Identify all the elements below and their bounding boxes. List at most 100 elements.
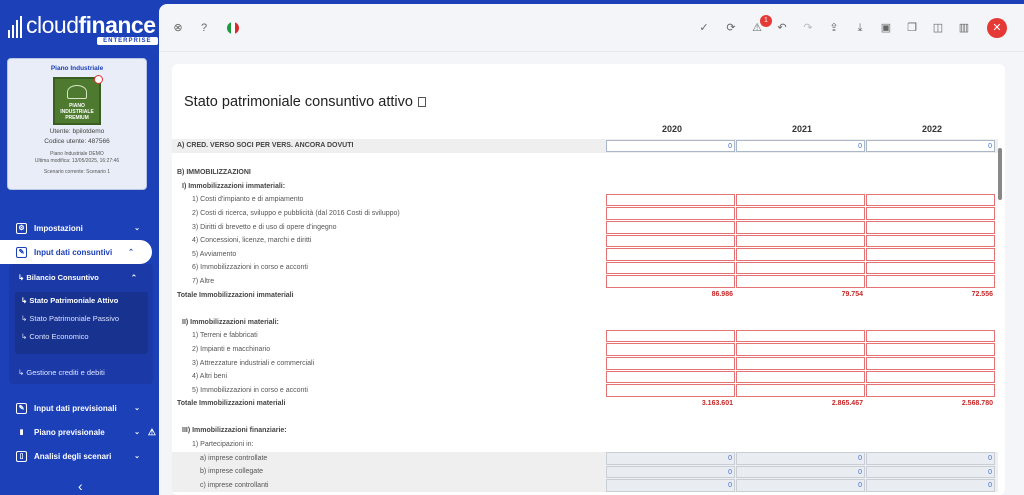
refresh-icon[interactable]: ⟳ <box>724 21 738 35</box>
value-input[interactable]: 0 <box>606 479 735 492</box>
value-input[interactable] <box>606 329 735 343</box>
value-input[interactable] <box>866 343 995 356</box>
value-input[interactable] <box>606 193 735 207</box>
value-input[interactable] <box>736 261 865 275</box>
split-icon[interactable]: ◫ <box>931 21 945 35</box>
value-input[interactable] <box>736 329 865 343</box>
value-input[interactable]: 0 <box>606 452 735 465</box>
balance-table: A) CRED. VERSO SOCI PER VERS. ANCORA DOV… <box>172 139 998 493</box>
value-input[interactable] <box>606 275 735 289</box>
save-icon[interactable]: ▣ <box>879 21 893 35</box>
total-cell: 3.163.601 <box>701 399 733 407</box>
italy-flag-icon[interactable] <box>227 22 239 34</box>
close-icon[interactable]: ✕ <box>987 18 1007 38</box>
value-input[interactable] <box>736 248 865 261</box>
value-input[interactable]: 0 <box>736 452 865 465</box>
table-row: B) IMMOBILIZZAZIONI <box>172 166 998 180</box>
sidebar-item-impostazioni[interactable]: ⚙ Impostazioni ⌄ <box>0 216 158 240</box>
current-scenario-line: Scenario corrente: Scenario 1 <box>43 169 111 175</box>
gear-icon: ⚙ <box>16 222 27 234</box>
value-input[interactable] <box>736 221 865 234</box>
value-input[interactable]: 0 <box>866 139 995 153</box>
submenu-bilancio-header[interactable]: ↳ Bilancio Consuntivo ⌃ <box>9 264 153 292</box>
row-label: a) imprese controllate <box>200 454 268 462</box>
value-input[interactable]: 0 <box>736 139 865 153</box>
collapse-sidebar-icon[interactable]: ‹ <box>78 478 83 494</box>
value-input[interactable] <box>736 234 865 248</box>
submenu-item-conto-economico[interactable]: ↳ Conto Economico <box>15 328 148 346</box>
value-input[interactable] <box>606 248 735 261</box>
year-header-2020: 2020 <box>662 124 683 134</box>
value-input[interactable]: 0 <box>866 452 995 465</box>
value-input[interactable] <box>736 193 865 207</box>
sidebar-item-piano-previsionale[interactable]: ▮ Piano previsionale ⌄ ⚠ <box>0 420 158 444</box>
value-input[interactable] <box>866 207 995 221</box>
value-input[interactable] <box>606 343 735 356</box>
value-input[interactable] <box>606 384 735 397</box>
plan-title: Piano Industriale <box>50 65 104 72</box>
value-input[interactable] <box>736 370 865 384</box>
value-input[interactable] <box>606 234 735 248</box>
value-input[interactable] <box>866 221 995 234</box>
sidebar-item-input-previsionali[interactable]: ✎ Input dati previsionali ⌄ <box>0 396 158 420</box>
value-input[interactable] <box>736 275 865 289</box>
help-icon[interactable]: ? <box>197 21 211 35</box>
row-label: I) Immobilizzazioni immateriali: <box>182 182 286 190</box>
value-input[interactable] <box>866 234 995 248</box>
value-input[interactable] <box>606 357 735 370</box>
document-icon[interactable] <box>417 97 426 108</box>
value-input[interactable] <box>736 384 865 397</box>
table-row: 6) Immobilizzazioni in corso e acconti <box>172 261 998 275</box>
value-input[interactable] <box>736 343 865 356</box>
value-input[interactable]: 0 <box>736 465 865 479</box>
table-row: III) Immobilizzazioni finanziarie: <box>172 424 998 438</box>
copy-icon[interactable]: ❐ <box>905 21 919 35</box>
value-input[interactable] <box>606 221 735 234</box>
sidebar-item-label: Analisi degli scenari <box>34 451 112 461</box>
submenu-item-sp-attivo[interactable]: ↳ Stato Patrimoniale Attivo <box>15 292 148 310</box>
value-input[interactable] <box>866 275 995 289</box>
value-input[interactable] <box>866 248 995 261</box>
upload-icon[interactable]: ⇪ <box>827 21 841 35</box>
support-icon[interactable]: ⊗ <box>171 21 185 35</box>
row-label: 3) Diritti di brevetto e di uso di opere… <box>192 223 337 231</box>
sidebar-item-input-consuntivi[interactable]: ✎ Input dati consuntivi ⌃ <box>0 240 152 264</box>
chevron-down-icon: ⌄ <box>134 405 140 412</box>
top-toolbar: ⊗ ? ✓ ⟳ ⚠ 1 ↶ ↷ ⇪ ⤓ ▣ ❐ ◫ ▥ ✕ <box>159 4 1024 52</box>
value-input[interactable] <box>606 261 735 275</box>
redo-icon[interactable]: ↷ <box>801 21 815 35</box>
row-label: 6) Immobilizzazioni in corso e acconti <box>192 264 308 272</box>
submenu-item-gestione-crediti[interactable]: ↳ Gestione crediti e debiti <box>18 368 105 377</box>
vertical-scrollbar[interactable] <box>997 124 1003 492</box>
value-input[interactable]: 0 <box>736 479 865 492</box>
download-icon[interactable]: ⤓ <box>853 21 867 35</box>
table-row: 4) Concessioni, licenze, marchi e diritt… <box>172 234 998 248</box>
value-input[interactable] <box>606 370 735 384</box>
value-input[interactable] <box>606 207 735 221</box>
value-input[interactable]: 0 <box>606 465 735 479</box>
undo-icon[interactable]: ↶ <box>775 21 789 35</box>
value-input[interactable] <box>866 384 995 397</box>
value-input[interactable] <box>866 370 995 384</box>
notification-badge: 1 <box>760 15 772 27</box>
value-input[interactable] <box>866 357 995 370</box>
sidebar: cloudfinance ENTERPRISE Piano Industrial… <box>0 0 158 495</box>
value-input[interactable] <box>866 261 995 275</box>
row-label: c) imprese controllanti <box>200 481 269 489</box>
table-row <box>172 411 998 425</box>
submenu-item-sp-passivo[interactable]: ↳ Stato Patrimoniale Passivo <box>15 310 148 328</box>
value-input[interactable] <box>866 193 995 207</box>
value-input[interactable] <box>866 329 995 343</box>
value-input[interactable]: 0 <box>606 139 735 153</box>
value-input[interactable]: 0 <box>866 479 995 492</box>
check-icon[interactable]: ✓ <box>697 21 711 35</box>
scrollbar-thumb[interactable] <box>998 148 1002 200</box>
cloudfinance-logo[interactable]: cloudfinance ENTERPRISE <box>8 12 158 45</box>
page-title: Stato patrimoniale consuntivo attivo <box>184 94 413 110</box>
value-input[interactable]: 0 <box>866 465 995 479</box>
sidebar-item-analisi-scenari[interactable]: ▯ Analisi degli scenari ⌄ <box>0 444 158 468</box>
value-input[interactable] <box>736 207 865 221</box>
table-row: a) imprese controllate 0 0 0 <box>172 451 998 466</box>
layout-icon[interactable]: ▥ <box>957 21 971 35</box>
value-input[interactable] <box>736 357 865 370</box>
